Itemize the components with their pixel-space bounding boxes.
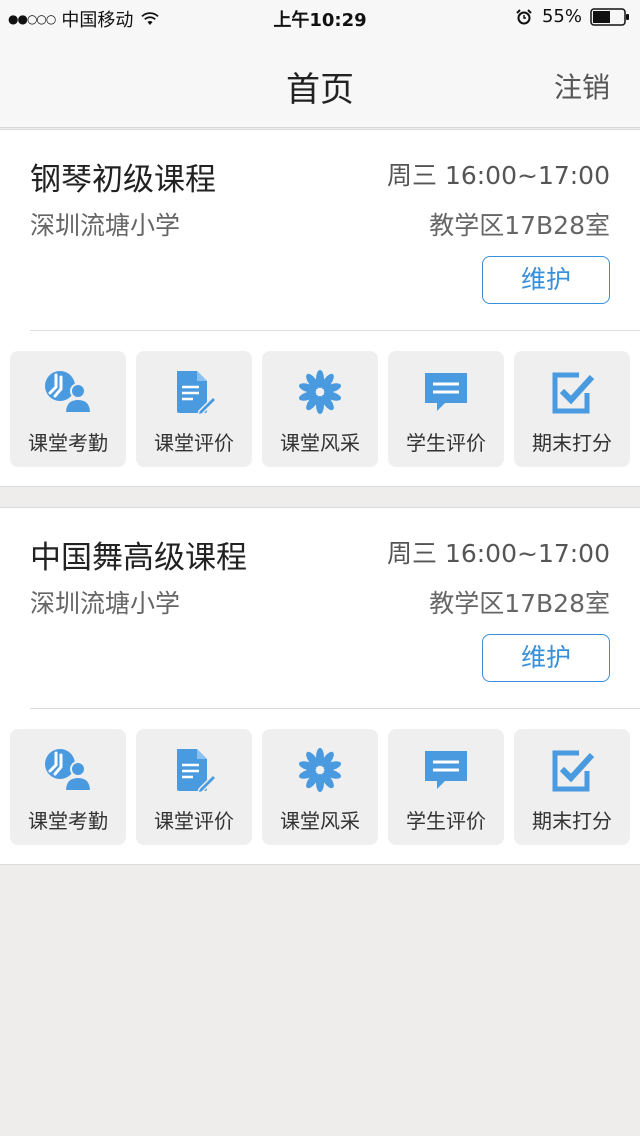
attendance-button[interactable]: 课堂考勤	[10, 351, 126, 467]
chat-icon	[425, 751, 467, 789]
maintain-button[interactable]: 维护	[482, 634, 610, 682]
action-label: 期末打分	[532, 809, 612, 833]
divider	[30, 708, 640, 709]
status-right: 55%	[516, 6, 630, 27]
course-card: 钢琴初级课程 周三 16:00~17:00 深圳流塘小学 教学区17B28室 维…	[0, 129, 640, 487]
nav-bar: 首页 注销	[0, 32, 640, 128]
battery-icon	[590, 7, 629, 26]
attendance-icon	[45, 371, 93, 414]
page-title: 首页	[286, 70, 354, 110]
course-actions: 课堂考勤 课堂评价 课堂风采 学生评价 期末打分	[10, 351, 640, 467]
action-label: 课堂评价	[154, 809, 234, 833]
chat-icon	[425, 373, 467, 411]
action-label: 期末打分	[532, 431, 612, 455]
final-score-button[interactable]: 期末打分	[514, 729, 630, 845]
flower-icon	[298, 370, 342, 414]
class-style-button[interactable]: 课堂风采	[262, 351, 378, 467]
course-name: 中国舞高级课程	[30, 540, 247, 576]
checkbox-icon	[552, 750, 595, 792]
course-time: 周三 16:00~17:00	[387, 539, 610, 568]
course-actions: 课堂考勤 课堂评价 课堂风采 学生评价 期末打分	[10, 729, 640, 845]
evaluation-doc-icon	[177, 749, 218, 793]
action-label: 课堂风采	[280, 809, 360, 833]
action-label: 学生评价	[406, 809, 486, 833]
action-label: 课堂考勤	[28, 809, 108, 833]
course-name: 钢琴初级课程	[30, 162, 216, 198]
course-school: 深圳流塘小学	[30, 589, 181, 618]
action-label: 课堂考勤	[28, 431, 108, 455]
course-room: 教学区17B28室	[429, 211, 610, 240]
divider	[30, 330, 640, 331]
student-evaluation-button[interactable]: 学生评价	[388, 729, 504, 845]
maintain-button[interactable]: 维护	[482, 256, 610, 304]
alarm-icon	[516, 8, 532, 24]
checkbox-icon	[552, 372, 595, 414]
class-evaluation-button[interactable]: 课堂评价	[136, 729, 252, 845]
course-card: 中国舞高级课程 周三 16:00~17:00 深圳流塘小学 教学区17B28室 …	[0, 507, 640, 865]
action-label: 课堂风采	[280, 431, 360, 455]
course-time: 周三 16:00~17:00	[387, 161, 610, 190]
flower-icon	[298, 748, 342, 792]
logout-button[interactable]: 注销	[554, 66, 610, 106]
attendance-button[interactable]: 课堂考勤	[10, 729, 126, 845]
status-bar: ●●○○○ 中国移动 上午10:29 55%	[0, 0, 640, 32]
final-score-button[interactable]: 期末打分	[514, 351, 630, 467]
course-room: 教学区17B28室	[429, 589, 610, 618]
student-evaluation-button[interactable]: 学生评价	[388, 351, 504, 467]
class-style-button[interactable]: 课堂风采	[262, 729, 378, 845]
battery-percent: 55%	[541, 6, 582, 27]
class-evaluation-button[interactable]: 课堂评价	[136, 351, 252, 467]
evaluation-doc-icon	[177, 371, 218, 415]
attendance-icon	[45, 749, 93, 792]
course-school: 深圳流塘小学	[30, 211, 181, 240]
action-label: 课堂评价	[154, 431, 234, 455]
action-label: 学生评价	[406, 431, 486, 455]
